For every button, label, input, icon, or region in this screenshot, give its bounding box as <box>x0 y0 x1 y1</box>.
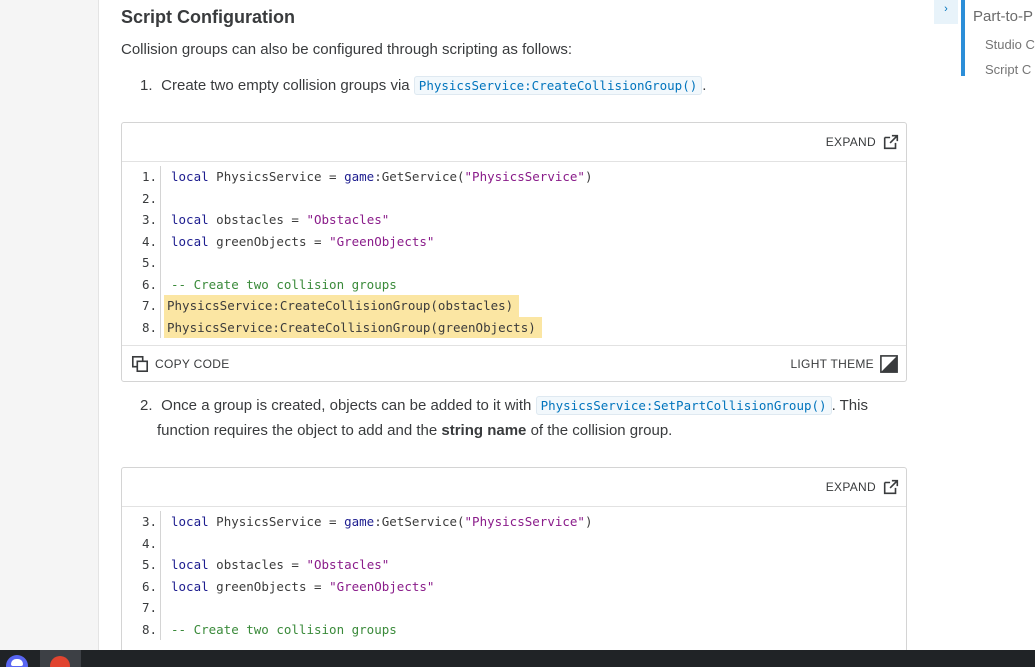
code-line: 6. local greenObjects = "GreenObjects" <box>122 575 906 597</box>
line-number: 1. <box>122 166 161 188</box>
line-number: 3. <box>122 511 161 533</box>
step-text: Once a group is created, objects can be … <box>161 397 532 414</box>
line-number: 4. <box>122 230 161 252</box>
toc-link-studio[interactable]: Studio C <box>985 37 1035 52</box>
inline-code-set-part-collision-group[interactable]: PhysicsService:SetPartCollisionGroup() <box>535 396 832 415</box>
light-theme-label: LIGHT THEME <box>790 357 874 371</box>
code-comment: -- Create two collision groups <box>171 276 397 292</box>
toc-active-indicator <box>961 0 965 76</box>
step-text-end: . <box>702 77 707 94</box>
code-block-footer: COPY CODE LIGHT THEME <box>122 345 906 381</box>
page: Script Configuration Collision groups ca… <box>0 0 1035 650</box>
code-line: 2. <box>122 187 906 210</box>
code-line: 4. <box>122 532 906 555</box>
step-1: 1. Create two empty collision groups via… <box>140 73 706 98</box>
code-text: local obstacles = "Obstacles" <box>171 212 390 228</box>
code-block-header: EXPAND <box>122 468 906 507</box>
copy-code-button[interactable]: COPY CODE <box>131 355 230 373</box>
step-text-bold: string name <box>441 422 527 439</box>
left-gutter <box>0 0 99 650</box>
expand-label: EXPAND <box>825 135 876 149</box>
code-text: local greenObjects = "GreenObjects" <box>171 578 435 594</box>
app-icon <box>50 656 70 667</box>
step-text-line2-end: of the collision group. <box>530 422 673 439</box>
code-text: local greenObjects = "GreenObjects" <box>171 233 435 249</box>
inline-code-create-collision-group[interactable]: PhysicsService:CreateCollisionGroup() <box>413 76 703 95</box>
code-line-highlighted: 8. PhysicsService:CreateCollisionGroup(g… <box>122 316 906 338</box>
code-line: 4. local greenObjects = "GreenObjects" <box>122 230 906 252</box>
code-text-highlighted: PhysicsService:CreateCollisionGroup(obst… <box>164 295 520 317</box>
expand-button[interactable]: EXPAND <box>826 478 900 496</box>
expand-label: EXPAND <box>825 480 876 494</box>
external-link-icon <box>883 479 899 495</box>
code-line-highlighted: 7. PhysicsService:CreateCollisionGroup(o… <box>122 295 906 317</box>
line-number: 6. <box>122 575 161 597</box>
toc-link-script[interactable]: Script C <box>985 62 1031 77</box>
line-number: 5. <box>122 252 161 274</box>
section-title: Script Configuration <box>121 7 295 27</box>
copy-code-label: COPY CODE <box>155 357 230 371</box>
table-of-contents: › Part-to-P Studio C Script C <box>934 0 1035 650</box>
line-number: 7. <box>122 597 161 619</box>
line-number: 6. <box>122 273 161 295</box>
code-lines: 3. local PhysicsService = game:GetServic… <box>122 507 906 642</box>
discord-app-icon[interactable] <box>6 655 28 667</box>
line-number: 3. <box>122 209 161 231</box>
line-number: 5. <box>122 554 161 576</box>
step-number: 1. <box>140 77 153 94</box>
code-line: 7. <box>122 597 906 619</box>
taskbar <box>0 650 1035 667</box>
expand-button[interactable]: EXPAND <box>826 133 900 151</box>
step-text: Create two empty collision groups via <box>161 77 410 94</box>
line-number: 4. <box>122 532 161 554</box>
code-line: 3. local PhysicsService = game:GetServic… <box>122 511 906 533</box>
code-line: 5. local obstacles = "Obstacles" <box>122 554 906 576</box>
step-number: 2. <box>140 397 153 414</box>
step-2: 2. Once a group is created, objects can … <box>140 393 868 443</box>
code-line: 5. <box>122 252 906 274</box>
line-number: 8. <box>122 316 161 338</box>
line-number: 8. <box>122 618 161 640</box>
toc-toggle-button[interactable]: › <box>934 0 958 24</box>
intro-text: Collision groups can also be configured … <box>121 41 573 58</box>
chevron-right-icon: › <box>944 3 948 15</box>
code-comment: -- Create two collision groups <box>171 621 397 637</box>
code-block-2: EXPAND 3. local PhysicsService = game:Ge… <box>121 467 907 650</box>
line-number: 2. <box>122 187 161 209</box>
code-text: local obstacles = "Obstacles" <box>171 557 390 573</box>
light-theme-button[interactable]: LIGHT THEME <box>790 355 898 373</box>
step-text-line2: function requires the object to add and … <box>157 422 438 439</box>
code-line: 1. local PhysicsService = game:GetServic… <box>122 166 906 188</box>
code-block-1: EXPAND 1. local PhysicsService = game:Ge… <box>121 122 907 382</box>
code-line: 6. -- Create two collision groups <box>122 273 906 295</box>
theme-toggle-icon <box>880 355 898 373</box>
code-block-header: EXPAND <box>122 123 906 162</box>
article-content: Script Configuration Collision groups ca… <box>99 0 934 650</box>
step-text-end: . This <box>831 397 868 414</box>
code-text-highlighted: PhysicsService:CreateCollisionGroup(gree… <box>164 316 542 338</box>
code-line: 8. -- Create two collision groups <box>122 618 906 640</box>
line-number: 7. <box>122 295 161 317</box>
toc-link-part-to-part[interactable]: Part-to-P <box>973 8 1033 25</box>
external-link-icon <box>883 134 899 150</box>
code-text: local PhysicsService = game:GetService("… <box>171 169 593 185</box>
code-lines: 1. local PhysicsService = game:GetServic… <box>122 162 906 340</box>
code-text: local PhysicsService = game:GetService("… <box>171 514 593 530</box>
copy-icon <box>131 355 149 373</box>
taskbar-app-active[interactable] <box>40 650 81 667</box>
code-line: 3. local obstacles = "Obstacles" <box>122 209 906 231</box>
